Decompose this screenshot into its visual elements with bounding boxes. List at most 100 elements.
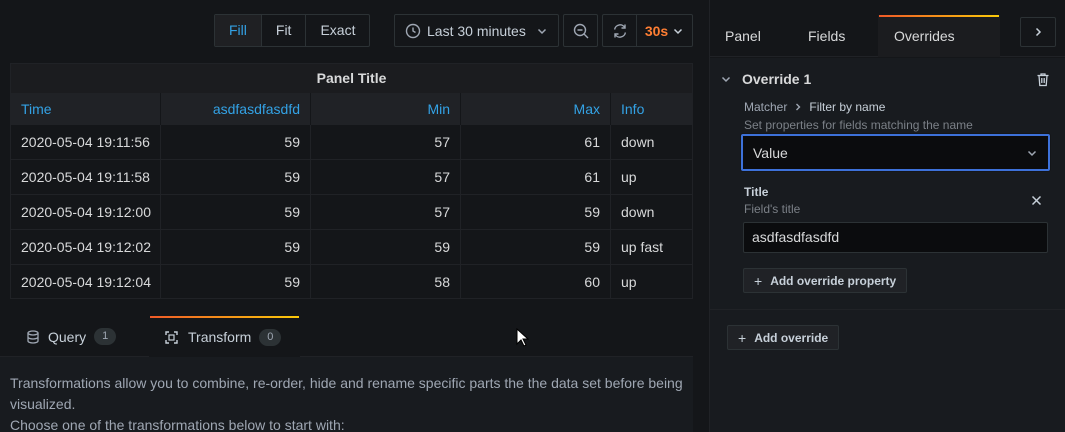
table-row: 2020-05-04 19:12:02 59 59 59 up fast [11, 230, 692, 265]
table-header: Time asdfasdfasdfd Min Max Info [11, 93, 692, 125]
delete-override-button[interactable] [1036, 72, 1050, 92]
tab-transform[interactable]: Transform 0 [149, 316, 300, 357]
refresh-icon [613, 23, 626, 38]
table-row: 2020-05-04 19:11:58 59 57 61 up [11, 160, 692, 195]
table-cell: up fast [621, 239, 664, 255]
table-cell: 59 [161, 230, 311, 264]
refresh-button[interactable] [603, 15, 637, 46]
transform-description: Transformations allow you to combine, re… [10, 375, 683, 412]
overrides-body: Override 1 Matcher Filter by name Set pr… [710, 58, 1065, 432]
options-pane: Panel Fields Overrides 1 Override 1 Matc… [709, 0, 1065, 432]
plus-icon: + [738, 329, 747, 346]
panel-editor: Fill Fit Exact Last 30 minutes 30s Panel [0, 0, 1065, 432]
table-cell: up [621, 169, 637, 185]
table-cell: up [621, 274, 637, 290]
field-name-select[interactable]: Value [741, 134, 1050, 171]
table-row: 2020-05-04 19:12:04 59 58 60 up [11, 265, 692, 298]
add-override-property-button[interactable]: + Add override property [743, 268, 908, 293]
query-count-badge: 1 [94, 328, 117, 345]
chevron-down-icon [721, 76, 731, 83]
column-header-time[interactable]: Time [11, 93, 161, 125]
remove-property-button[interactable] [1031, 193, 1042, 211]
table-cell: 57 [311, 125, 461, 159]
display-mode-group: Fill Fit Exact [214, 14, 371, 47]
tab-overrides[interactable]: Overrides 1 [878, 15, 1000, 85]
tab-transform-label: Transform [188, 329, 252, 345]
table-cell: 59 [161, 125, 311, 159]
table-cell: 59 [461, 195, 611, 229]
table-cell: 59 [161, 160, 311, 194]
column-header-asdfasdfasdfd[interactable]: asdfasdfasdfd [161, 93, 311, 125]
panel-title[interactable]: Panel Title [11, 64, 692, 93]
chevron-down-icon [537, 28, 547, 34]
table-cell: 2020-05-04 19:11:56 [11, 125, 161, 159]
time-range-picker[interactable]: Last 30 minutes [394, 14, 559, 47]
plus-icon: + [754, 272, 763, 289]
transform-choose-text: Choose one of the transformations below … [10, 417, 345, 432]
add-override-label: Add override [754, 330, 829, 345]
table-cell: down [621, 204, 655, 220]
table-cell: 59 [461, 230, 611, 264]
table-cell: 59 [161, 265, 311, 298]
add-override-property-label: Add override property [770, 273, 897, 288]
matcher-description: Set properties for fields matching the n… [744, 118, 973, 132]
title-input[interactable]: asdfasdfasdfd [743, 222, 1048, 253]
property-description: Field's title [744, 202, 801, 216]
exact-button[interactable]: Exact [306, 15, 369, 46]
property-title: Title [744, 185, 769, 199]
collapse-pane-button[interactable] [1020, 17, 1056, 47]
table-cell: 61 [461, 125, 611, 159]
override-header[interactable]: Override 1 [720, 71, 811, 87]
tab-fields[interactable]: Fields [793, 15, 860, 57]
panel-toolbar: Fill Fit Exact Last 30 minutes 30s [0, 14, 700, 48]
table-cell: 2020-05-04 19:12:00 [11, 195, 161, 229]
close-icon [1031, 195, 1042, 206]
divider [710, 309, 1065, 310]
refresh-interval-label: 30s [644, 22, 669, 39]
table-cell: 2020-05-04 19:11:58 [11, 160, 161, 194]
tab-query[interactable]: Query 1 [12, 316, 130, 357]
transform-count-badge: 0 [259, 328, 282, 346]
chevron-down-icon [674, 28, 683, 34]
table-cell: 60 [461, 265, 611, 298]
transform-icon [165, 330, 178, 344]
tab-panel[interactable]: Panel [710, 15, 776, 57]
table-cell: 2020-05-04 19:12:02 [11, 230, 161, 264]
matcher-value: Filter by name [809, 100, 886, 114]
time-range-label: Last 30 minutes [427, 22, 526, 39]
table-cell: 57 [311, 195, 461, 229]
zoom-out-button[interactable] [563, 14, 598, 47]
table-cell: 59 [311, 230, 461, 264]
tab-query-label: Query [48, 328, 87, 345]
table-cell: 2020-05-04 19:12:04 [11, 265, 161, 298]
table-cell: 61 [461, 160, 611, 194]
zoom-out-icon [573, 23, 588, 38]
editor-tabs: Panel Fields Overrides 1 [710, 15, 1065, 85]
override-title: Override 1 [742, 71, 812, 87]
chevron-right-icon [1035, 27, 1042, 37]
table-cell: 57 [311, 160, 461, 194]
table-row: 2020-05-04 19:11:56 59 57 61 down [11, 125, 692, 160]
chevron-down-icon [1027, 150, 1037, 156]
transform-help: Transformations allow you to combine, re… [0, 357, 693, 432]
table-cell: 58 [311, 265, 461, 298]
query-tabs: Query 1 Transform 0 [0, 316, 693, 357]
refresh-interval-select[interactable]: 30s [637, 23, 692, 39]
column-header-min[interactable]: Min [311, 93, 461, 125]
clock-icon [405, 23, 421, 38]
mouse-cursor-icon [516, 328, 530, 347]
add-override-button[interactable]: + Add override [727, 325, 840, 350]
database-icon [27, 329, 39, 344]
table-panel: Panel Title Time asdfasdfasdfd Min Max I… [10, 63, 693, 299]
column-header-max[interactable]: Max [461, 93, 611, 125]
matcher-label: Matcher [744, 100, 788, 114]
fill-button[interactable]: Fill [215, 15, 262, 46]
matcher-label-row: Matcher Filter by name [744, 100, 885, 114]
column-header-info[interactable]: Info [611, 93, 692, 125]
tab-overrides-label: Overrides [894, 28, 955, 44]
field-name-value: Value [753, 144, 788, 161]
table-row: 2020-05-04 19:12:00 59 57 59 down [11, 195, 692, 230]
fit-button[interactable]: Fit [262, 15, 307, 46]
trash-icon [1037, 73, 1049, 87]
table-cell: 59 [161, 195, 311, 229]
